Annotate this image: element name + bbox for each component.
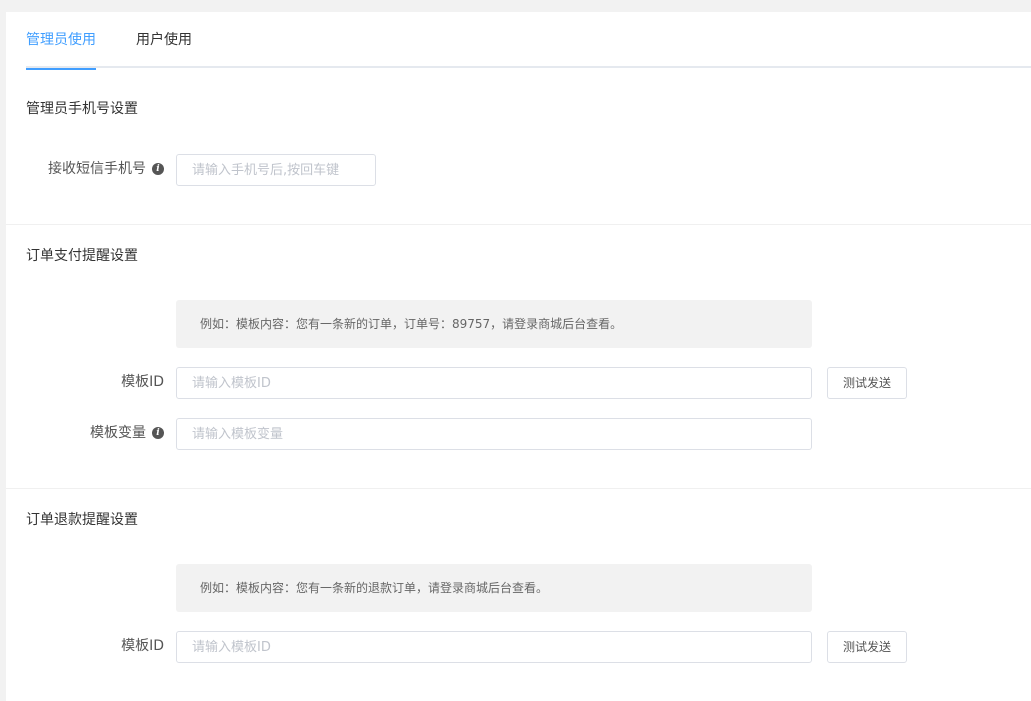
- order-pay-template-var-input[interactable]: [176, 418, 812, 450]
- order-pay-section-title: 订单支付提醒设置: [26, 248, 138, 264]
- settings-card: 管理员使用 用户使用 管理员手机号设置 接收短信手机号 i 订单支付提醒设置 例…: [6, 12, 1031, 701]
- order-pay-template-hint: 例如：模板内容：您有一条新的订单，订单号：89757，请登录商城后台查看。: [176, 300, 812, 348]
- tab-admin-use[interactable]: 管理员使用: [26, 12, 96, 70]
- order-refund-template-id-input[interactable]: [176, 631, 812, 663]
- info-icon[interactable]: i: [152, 163, 164, 175]
- order-refund-test-send-button[interactable]: 测试发送: [827, 631, 907, 663]
- order-refund-template-id-label-text: 模板ID: [121, 638, 164, 654]
- section-divider: [6, 224, 1031, 225]
- phone-input[interactable]: [176, 154, 376, 186]
- order-pay-template-var-label: 模板变量 i: [6, 417, 164, 449]
- info-icon[interactable]: i: [152, 427, 164, 439]
- order-refund-section-title: 订单退款提醒设置: [26, 512, 138, 528]
- order-pay-template-id-label: 模板ID: [6, 366, 164, 398]
- admin-phone-section-title: 管理员手机号设置: [26, 101, 138, 117]
- order-pay-test-send-button[interactable]: 测试发送: [827, 367, 907, 399]
- tab-bar: 管理员使用 用户使用: [26, 12, 1031, 70]
- phone-field-label: 接收短信手机号 i: [6, 153, 164, 185]
- order-refund-template-hint: 例如：模板内容：您有一条新的退款订单，请登录商城后台查看。: [176, 564, 812, 612]
- order-refund-template-id-label: 模板ID: [6, 630, 164, 662]
- tab-user-use[interactable]: 用户使用: [136, 12, 192, 68]
- phone-field-label-text: 接收短信手机号: [48, 161, 146, 177]
- section-divider: [6, 488, 1031, 489]
- order-pay-template-var-label-text: 模板变量: [90, 425, 146, 441]
- order-pay-template-id-input[interactable]: [176, 367, 812, 399]
- order-pay-template-id-label-text: 模板ID: [121, 374, 164, 390]
